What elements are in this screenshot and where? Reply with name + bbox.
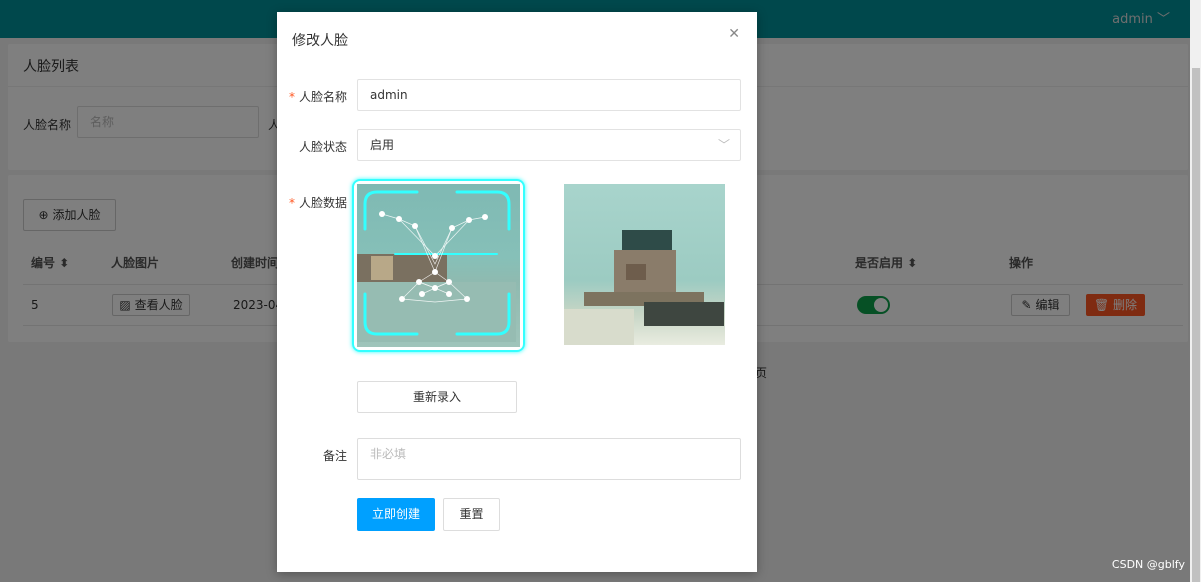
edit-face-modal: 修改人脸 ✕ * 人脸名称 admin 人脸状态 启用 ﹀ * 人脸数据 重新录… xyxy=(277,12,757,572)
face-name-input[interactable]: admin xyxy=(357,79,741,111)
chevron-down-icon: ﹀ xyxy=(717,138,730,152)
submit-button[interactable]: 立即创建 xyxy=(357,498,435,531)
face-photo-pixelated xyxy=(564,184,725,345)
name-label: * 人脸名称 xyxy=(288,90,347,104)
rerecord-button[interactable]: 重新录入 xyxy=(357,381,517,413)
watermark: CSDN @gblfy xyxy=(1111,558,1185,571)
scrollbar[interactable] xyxy=(1190,0,1201,582)
reset-button[interactable]: 重置 xyxy=(443,498,500,531)
face-data-label: * 人脸数据 xyxy=(288,196,347,210)
modal-title: 修改人脸 xyxy=(292,33,348,49)
close-icon[interactable]: ✕ xyxy=(728,26,740,42)
status-label: 人脸状态 xyxy=(298,140,347,154)
remark-textarea[interactable]: 非必填 xyxy=(357,438,741,480)
status-select[interactable]: 启用 ﹀ xyxy=(357,129,741,161)
face-scan-capture xyxy=(352,179,525,352)
remark-label: 备注 xyxy=(322,449,347,463)
face-landmarks-icon xyxy=(363,190,511,336)
scrollbar-thumb[interactable] xyxy=(1192,68,1200,582)
